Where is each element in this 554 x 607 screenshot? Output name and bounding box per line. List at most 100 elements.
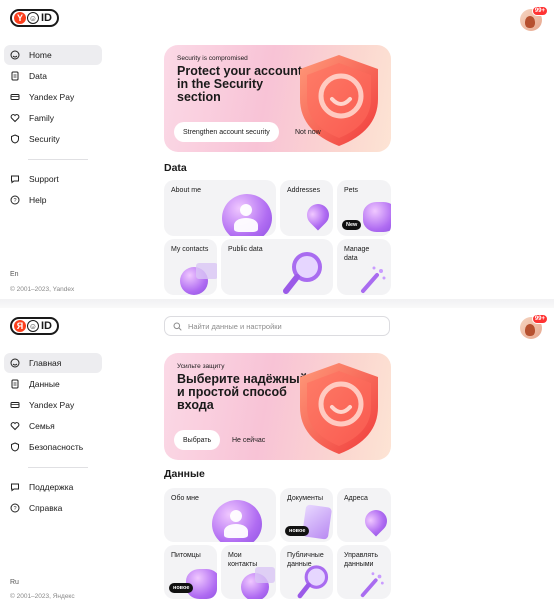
nav-divider: [28, 467, 88, 468]
pet-bowl-icon: [363, 202, 391, 232]
sidebar-item-help[interactable]: ? Справка: [4, 498, 102, 518]
choose-button[interactable]: Выбрать: [174, 430, 221, 450]
security-banner: Усильте защиту Выберите надёжный и прост…: [164, 353, 391, 460]
banner-kicker: Security is compromised: [177, 55, 248, 62]
smile-logo-icon: ☺: [27, 12, 39, 24]
magic-wand-icon: [361, 266, 386, 293]
sidebar-item-security[interactable]: Безопасность: [4, 437, 102, 457]
shield-icon: [10, 134, 20, 144]
nav-divider: [28, 159, 88, 160]
card-manage-data[interactable]: Управлять данными: [337, 545, 391, 599]
sidebar-item-home[interactable]: Главная: [4, 353, 102, 373]
sidebar-item-help[interactable]: ? Help: [4, 190, 102, 210]
sidebar-item-data[interactable]: Data: [4, 66, 102, 86]
search-input[interactable]: Найти данные и настройки: [164, 316, 390, 336]
map-pin-icon: [302, 199, 333, 231]
card-manage-data[interactable]: Manage data: [337, 239, 391, 295]
card-about-me[interactable]: About me: [164, 180, 276, 236]
banner-title: Выберите надёжный и простой способ входа: [177, 372, 308, 412]
page: Y ☺ ID 99+ Home Data Yandex Pay Family S…: [0, 0, 554, 607]
card-my-contacts[interactable]: Мои контакты: [221, 545, 276, 599]
contact-card-icon: [255, 567, 275, 583]
contact-card-icon: [196, 263, 217, 279]
card-public-data[interactable]: Публичные данные: [280, 545, 333, 599]
document-icon: [10, 71, 20, 81]
sidebar-item-label: Help: [29, 195, 47, 205]
card-label: About me: [171, 187, 201, 194]
card-documents[interactable]: Документы новое: [280, 488, 333, 542]
strengthen-security-button[interactable]: Strengthen account security: [174, 122, 279, 142]
shield-illustration-icon: [300, 363, 378, 454]
sidebar-item-family[interactable]: Family: [4, 108, 102, 128]
user-avatar[interactable]: 99+: [520, 314, 548, 339]
search-placeholder: Найти данные и настройки: [188, 321, 282, 331]
sidebar-item-security[interactable]: Security: [4, 129, 102, 149]
yandex-logo-icon: Я: [14, 320, 26, 332]
language-switcher[interactable]: En: [10, 271, 19, 278]
new-badge: новое: [169, 583, 194, 593]
sidebar-item-label: Данные: [29, 379, 60, 389]
card-pets[interactable]: Pets New: [337, 180, 391, 236]
sidebar-item-label: Security: [29, 134, 60, 144]
not-now-button[interactable]: Not now: [295, 122, 321, 142]
magnifier-icon: [297, 565, 329, 599]
card-label: Manage data: [344, 246, 370, 262]
english-screen: Y ☺ ID 99+ Home Data Yandex Pay Family S…: [0, 0, 554, 301]
new-badge: New: [342, 220, 362, 230]
not-now-button[interactable]: Не сейчас: [232, 430, 265, 450]
card-addresses[interactable]: Адреса: [337, 488, 391, 542]
notification-badge: 99+: [531, 314, 548, 324]
chat-icon: [10, 174, 20, 184]
banner-title: Protect your account in the Security sec…: [177, 64, 303, 104]
sidebar-item-home[interactable]: Home: [4, 45, 102, 65]
card-icon: [10, 400, 20, 410]
card-my-contacts[interactable]: My contacts: [164, 239, 217, 295]
data-section-title: Данные: [164, 468, 205, 480]
card-label: My contacts: [171, 246, 209, 253]
data-section-title: Data: [164, 162, 187, 174]
person-body-icon: [234, 218, 258, 232]
russian-screen: Я ☺ ID Найти данные и настройки 99+ Глав…: [0, 308, 554, 607]
sidebar-nav: Home Data Yandex Pay Family Security Sup…: [4, 45, 102, 211]
avatar-face-icon: [525, 324, 535, 336]
heart-icon: [10, 113, 20, 123]
magic-wand-icon: [360, 572, 384, 598]
sidebar-item-label: Yandex Pay: [29, 400, 75, 410]
card-about-me[interactable]: Обо мне: [164, 488, 276, 542]
sidebar-item-label: Главная: [29, 358, 62, 368]
yandex-id-logo[interactable]: Я ☺ ID: [10, 317, 59, 335]
card-pets[interactable]: Питомцы новое: [164, 545, 217, 599]
sidebar-item-label: Family: [29, 113, 55, 123]
card-public-data[interactable]: Public data: [221, 239, 333, 295]
card-addresses[interactable]: Addresses: [280, 180, 333, 236]
user-avatar[interactable]: 99+: [520, 6, 548, 31]
document-icon: [10, 379, 20, 389]
sidebar-item-data[interactable]: Данные: [4, 374, 102, 394]
sidebar-item-yandex-pay[interactable]: Yandex Pay: [4, 395, 102, 415]
sidebar-item-label: Поддержка: [29, 482, 74, 492]
shield-icon: [10, 442, 20, 452]
notification-badge: 99+: [531, 6, 548, 16]
language-switcher[interactable]: Ru: [10, 579, 19, 586]
sidebar-item-yandex-pay[interactable]: Yandex Pay: [4, 87, 102, 107]
smile-icon: [10, 50, 20, 60]
person-body-icon: [224, 524, 248, 538]
sidebar-item-label: Support: [29, 174, 59, 184]
sidebar-nav: Главная Данные Yandex Pay Семья Безопасн…: [4, 353, 102, 519]
sidebar-item-support[interactable]: Support: [4, 169, 102, 189]
copyright: © 2001–2023, Яндекс: [10, 593, 75, 600]
sidebar-item-family[interactable]: Семья: [4, 416, 102, 436]
person-head-icon: [240, 204, 252, 216]
sidebar-item-label: Data: [29, 71, 47, 81]
sidebar-item-label: Справка: [29, 503, 63, 513]
security-banner: Security is compromised Protect your acc…: [164, 45, 391, 152]
avatar-face-icon: [525, 16, 535, 28]
card-label: Addresses: [287, 187, 321, 194]
sidebar-item-support[interactable]: Поддержка: [4, 477, 102, 497]
map-pin-icon: [360, 505, 391, 537]
yandex-id-logo[interactable]: Y ☺ ID: [10, 9, 59, 27]
person-head-icon: [230, 510, 242, 522]
help-icon: ?: [10, 503, 20, 513]
search-icon: [173, 322, 182, 331]
sidebar-item-label: Home: [29, 50, 52, 60]
